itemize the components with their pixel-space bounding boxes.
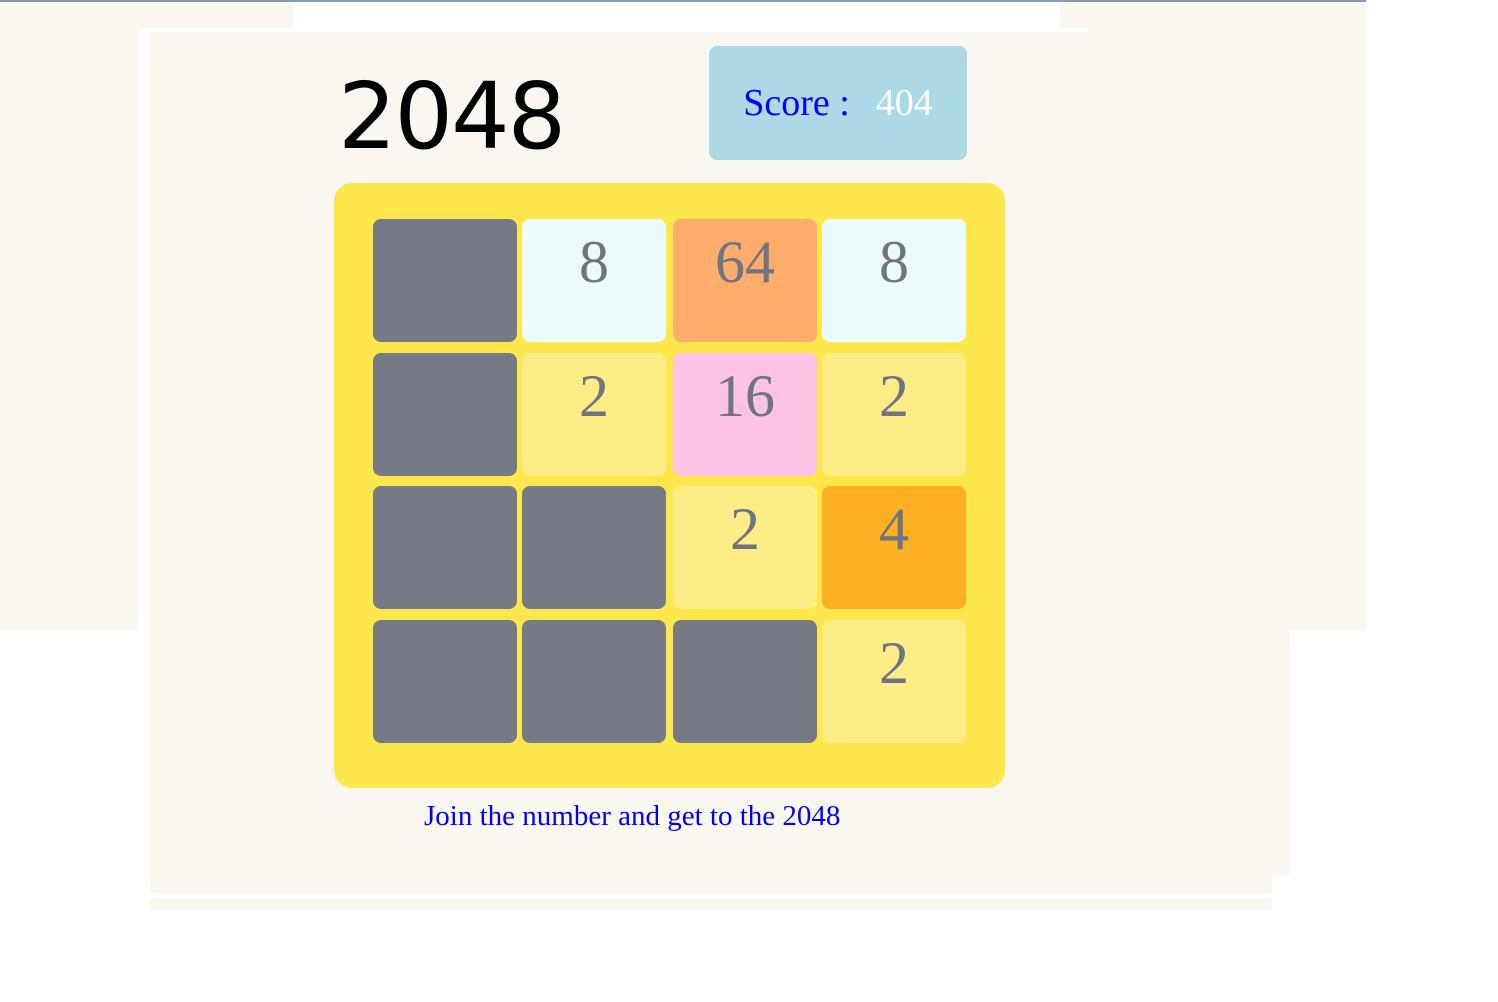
empty-tile	[673, 620, 817, 743]
divider	[138, 28, 1088, 32]
panel-footer-strip	[150, 899, 1272, 910]
divider	[138, 28, 150, 630]
tile-4: 4	[822, 486, 966, 609]
tile-2: 2	[673, 486, 817, 609]
empty-tile	[373, 486, 517, 609]
empty-tile	[373, 620, 517, 743]
top-border	[0, 0, 1366, 2]
game-board[interactable]: 8 64 8 2 16 2 2 4 2	[334, 183, 1005, 788]
tile-2: 2	[822, 353, 966, 476]
score-value: 404	[875, 82, 933, 124]
tile-8: 8	[822, 219, 966, 342]
score-label: Score :	[743, 82, 850, 124]
empty-tile	[522, 620, 666, 743]
tile-2: 2	[822, 620, 966, 743]
tile-2: 2	[522, 353, 666, 476]
header-strip	[293, 3, 1060, 30]
game-title: 2048	[338, 63, 566, 170]
tile-64: 64	[673, 219, 817, 342]
panel-background	[150, 875, 1272, 893]
empty-tile	[522, 486, 666, 609]
score-box: Score : 404	[709, 46, 967, 160]
empty-tile	[373, 219, 517, 342]
empty-tile	[373, 353, 517, 476]
tile-8: 8	[522, 219, 666, 342]
tile-16: 16	[673, 353, 817, 476]
instruction-text: Join the number and get to the 2048	[424, 800, 841, 832]
